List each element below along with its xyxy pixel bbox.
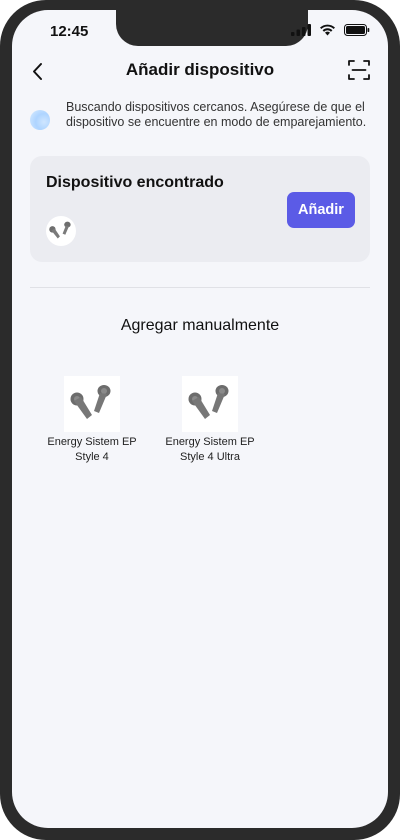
signal-icon [291,24,311,36]
divider [30,287,370,288]
earbuds-icon [49,221,71,239]
wifi-icon [320,24,335,36]
screen: 12:45 Añadir dispositivo Buscando dispos… [12,10,388,828]
status-icons [291,24,370,36]
device-grid: Energy Sistem EP Style 4 Energy Sistem E… [38,376,264,465]
page-title: Añadir dispositivo [125,60,275,79]
device-item-ep-style-4[interactable]: Energy Sistem EP Style 4 [38,376,146,465]
status-time: 12:45 [50,23,89,40]
add-button[interactable]: Añadir [287,192,355,228]
searching-row: Buscando dispositivos cercanos. Asegúres… [30,100,370,130]
found-title: Dispositivo encontrado [46,174,224,191]
battery-icon [344,24,370,36]
device-image [64,376,120,432]
device-image [182,376,238,432]
device-name: Energy Sistem EP Style 4 [47,436,137,463]
scan-icon [348,60,370,80]
earbuds-icon [188,385,229,419]
notch [116,10,308,46]
scan-button[interactable] [348,59,370,81]
searching-text: Buscando dispositivos cercanos. Asegúres… [66,100,367,129]
earbuds-icon [70,385,111,419]
device-item-ep-style-4-ultra[interactable]: Energy Sistem EP Style 4 Ultra [156,376,264,465]
searching-spinner-icon [30,110,50,130]
found-device-thumbnail[interactable] [46,216,76,246]
phone-frame: 12:45 Añadir dispositivo Buscando dispos… [0,0,400,840]
device-name: Energy Sistem EP Style 4 Ultra [165,436,255,463]
manual-add-title: Agregar manualmente [120,317,280,334]
found-device-card: Dispositivo encontrado Añadir [30,156,370,262]
